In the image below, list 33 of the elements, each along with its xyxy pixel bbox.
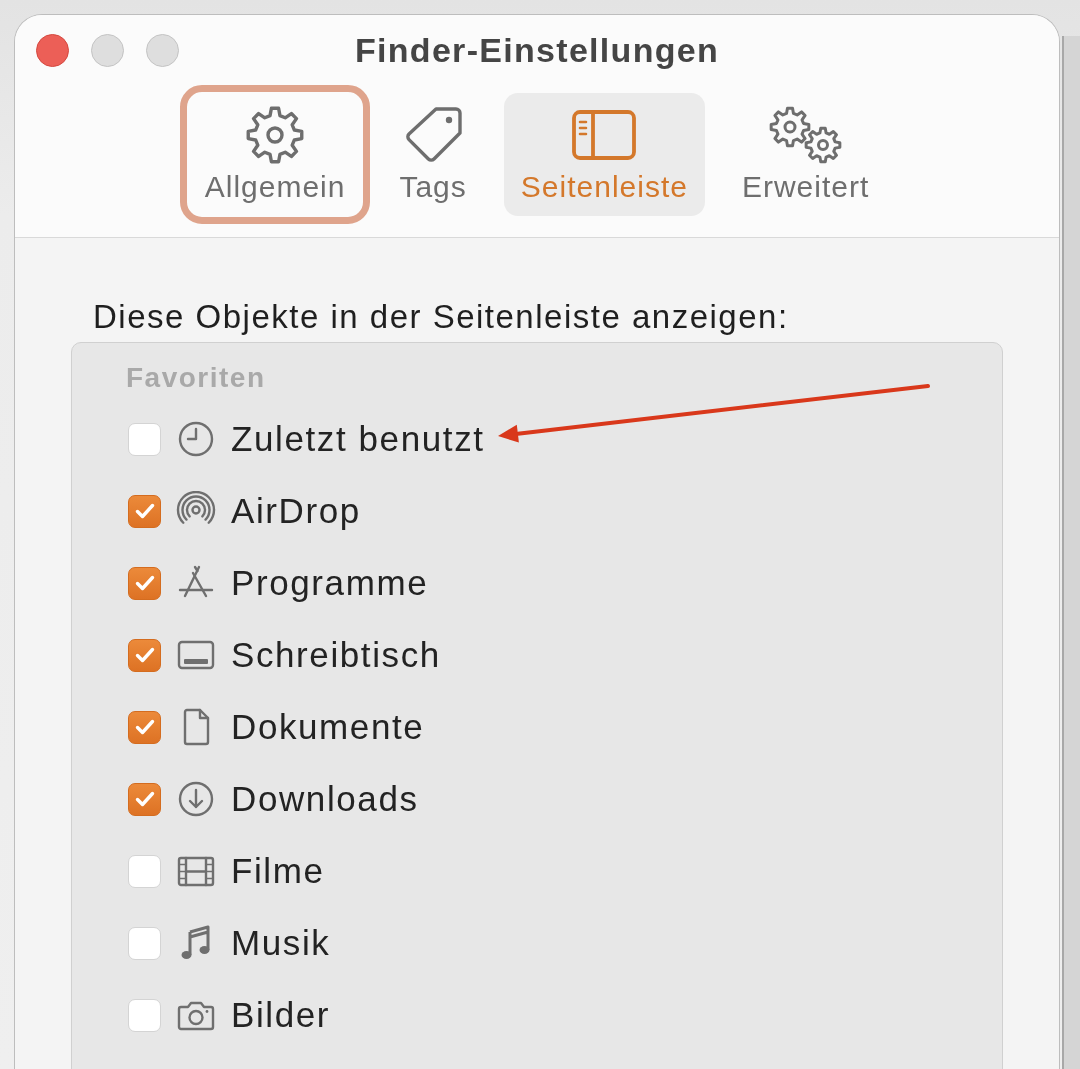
item-label: Bilder xyxy=(231,995,331,1035)
gears-icon xyxy=(767,106,844,164)
item-label: Downloads xyxy=(231,779,419,819)
download-icon xyxy=(176,779,216,819)
sidebar-icon xyxy=(571,109,638,161)
checkbox[interactable] xyxy=(128,710,161,744)
group-title: Favoriten xyxy=(126,363,266,393)
checkbox[interactable] xyxy=(128,566,161,600)
checkmark-icon xyxy=(134,647,155,663)
checkmark-icon xyxy=(134,791,155,807)
item-label: Zuletzt benutzt xyxy=(231,419,485,459)
checkbox[interactable] xyxy=(128,638,161,672)
item-label: Filme xyxy=(231,851,325,891)
checkbox[interactable] xyxy=(128,494,161,528)
toolbar-tab[interactable]: Tags xyxy=(382,93,484,216)
item-label: AirDrop xyxy=(231,491,361,531)
item-label: Dokumente xyxy=(231,707,425,747)
item-label: Schreibtisch xyxy=(231,635,441,675)
item-label: Musik xyxy=(231,923,331,963)
item-label: Programme xyxy=(231,563,429,603)
toolbar-tab[interactable]: Erweitert xyxy=(724,93,887,216)
close-button[interactable] xyxy=(36,33,69,67)
tag-icon xyxy=(403,106,464,164)
checkmark-icon xyxy=(134,575,155,591)
gear-icon xyxy=(246,106,305,164)
toolbar-tab[interactable]: Allgemein xyxy=(187,93,363,216)
clock-icon xyxy=(176,419,216,459)
checkmark-icon xyxy=(134,503,155,519)
checkmark-icon xyxy=(134,719,155,735)
checkbox[interactable] xyxy=(128,782,161,816)
window-title: Finder-Einstellungen xyxy=(354,30,720,70)
toolbar-tab[interactable]: Seitenleiste xyxy=(503,93,705,216)
section-heading: Diese Objekte in der Seitenleiste anzeigen: xyxy=(93,300,789,334)
